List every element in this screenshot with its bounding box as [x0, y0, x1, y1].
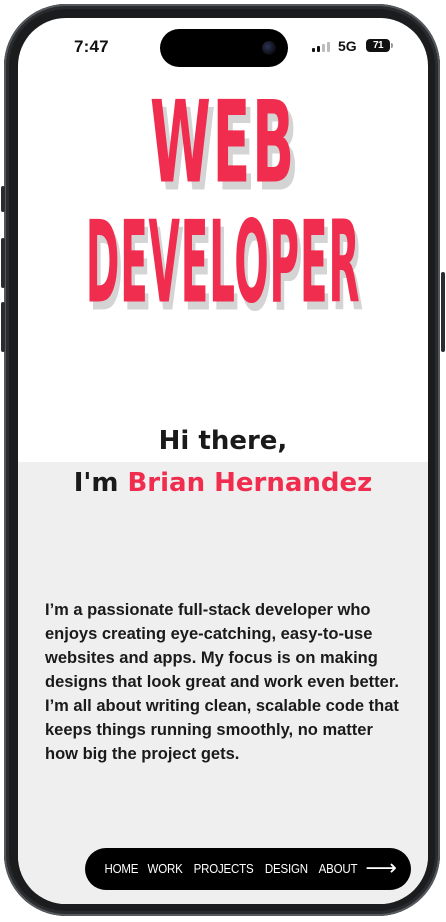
- nav-home[interactable]: HOME: [104, 862, 138, 876]
- nav-projects[interactable]: PROJECTS: [194, 862, 254, 876]
- hero-title-line2: DEVELOPER: [85, 196, 361, 329]
- developer-name: Brian Hernandez: [127, 468, 373, 498]
- side-button-volume-down: [1, 302, 5, 352]
- camera-icon: [262, 41, 276, 55]
- hero-title: WEB DEVELOPER: [18, 76, 428, 319]
- bio-text: I’m a passionate full-stack developer wh…: [45, 601, 399, 763]
- screen: 7:47 5G 71 WEB DEVELOPER Hi there, I'm B…: [18, 18, 428, 904]
- nav-design[interactable]: DESIGN: [265, 862, 308, 876]
- dynamic-island: [160, 29, 288, 67]
- greeting-prefix: I'm: [73, 468, 128, 498]
- greeting-line1: Hi there,: [158, 426, 288, 456]
- nav-work[interactable]: WORK: [148, 862, 183, 876]
- bottom-nav: HOME WORK PROJECTS DESIGN ABOUT ⟶: [85, 848, 411, 890]
- arrow-right-icon[interactable]: ⟶: [365, 858, 397, 880]
- status-time: 7:47: [74, 37, 109, 56]
- greeting-line2: I'm Brian Hernandez: [18, 468, 428, 498]
- hero-title-line1: WEB: [149, 76, 297, 209]
- side-button-power: [441, 272, 445, 352]
- nav-about[interactable]: ABOUT: [318, 862, 357, 876]
- side-button-volume-up: [1, 238, 5, 288]
- signal-icon: [312, 42, 330, 52]
- network-type: 5G: [338, 38, 357, 54]
- battery-tip: [391, 43, 393, 48]
- side-button-action: [1, 186, 5, 212]
- battery-icon: 71: [366, 39, 390, 52]
